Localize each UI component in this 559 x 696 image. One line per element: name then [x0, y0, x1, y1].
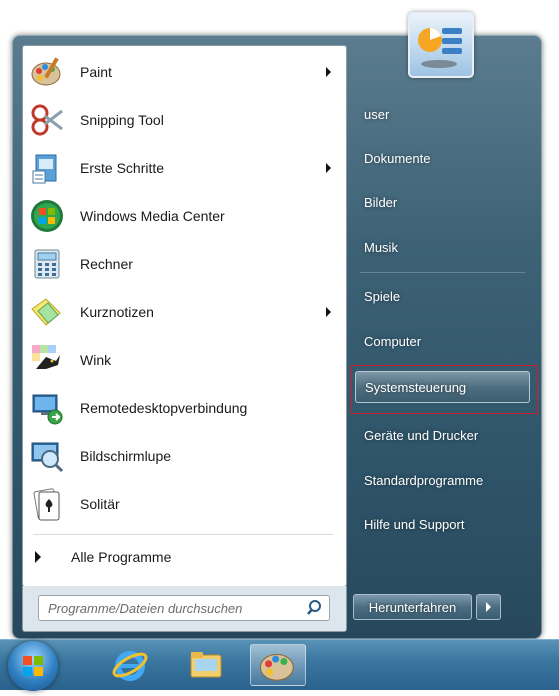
- paint-palette-icon: [259, 653, 294, 681]
- program-label: Paint: [80, 64, 112, 80]
- search-box[interactable]: [38, 595, 330, 621]
- right-item-spiele[interactable]: Spiele: [355, 280, 530, 312]
- user-picture[interactable]: [408, 12, 474, 78]
- search-area: [22, 586, 347, 632]
- search-icon[interactable]: [306, 599, 323, 621]
- right-item-user[interactable]: user: [355, 98, 530, 130]
- program-item-wink[interactable]: Wink: [25, 337, 343, 383]
- right-item-hilfe-und-support[interactable]: Hilfe und Support: [355, 508, 530, 540]
- getting-started-icon: [28, 149, 66, 187]
- program-item-rechner[interactable]: Rechner: [25, 241, 343, 287]
- program-item-windows-media-center[interactable]: Windows Media Center: [25, 193, 343, 239]
- right-item-label: Geräte und Drucker: [364, 427, 479, 443]
- right-item-label: Spiele: [364, 288, 401, 304]
- wink-bird-icon: [28, 341, 66, 379]
- paint-palette-icon: [28, 53, 66, 91]
- right-item-bilder[interactable]: Bilder: [355, 186, 530, 218]
- right-item-label: Dokumente: [364, 150, 431, 166]
- program-label: Bildschirmlupe: [80, 448, 172, 464]
- program-item-solitaer[interactable]: Solitär: [25, 481, 343, 527]
- program-label: Windows Media Center: [80, 208, 225, 224]
- program-item-remotedesktopverbindung[interactable]: Remotedesktopverbindung: [25, 385, 343, 431]
- shutdown-options-button[interactable]: [476, 594, 501, 620]
- taskbar-paint[interactable]: [250, 644, 306, 686]
- sticky-notes-icon: [28, 293, 66, 331]
- right-item-musik[interactable]: Musik: [355, 231, 530, 263]
- submenu-arrow-icon[interactable]: [326, 67, 331, 77]
- program-item-paint[interactable]: Paint: [25, 49, 343, 95]
- start-orb[interactable]: [8, 641, 58, 691]
- taskbar-explorer[interactable]: [178, 644, 234, 686]
- right-item-dokumente[interactable]: Dokumente: [355, 142, 530, 174]
- program-label: Kurznotizen: [80, 304, 154, 320]
- program-label: Solitär: [80, 496, 120, 512]
- search-input[interactable]: [39, 599, 300, 617]
- windows-logo-icon: [28, 197, 66, 235]
- right-item-label: Standardprogramme: [364, 472, 484, 488]
- shutdown-label: Herunterfahren: [368, 599, 457, 615]
- all-programs-button[interactable]: Alle Programme: [31, 543, 337, 571]
- magnifier-icon: [28, 437, 66, 475]
- program-item-erste-schritte[interactable]: Erste Schritte: [25, 145, 343, 191]
- submenu-arrow-icon[interactable]: [326, 307, 331, 317]
- internet-explorer-icon: [112, 651, 148, 681]
- right-item-label: Hilfe und Support: [364, 516, 465, 532]
- program-item-snipping-tool[interactable]: Snipping Tool: [25, 97, 343, 143]
- windows-logo-icon: [23, 656, 43, 676]
- right-item-geraete-und-drucker[interactable]: Geräte und Drucker: [355, 419, 530, 451]
- taskbar-internet-explorer[interactable]: [102, 644, 158, 686]
- remote-desktop-icon: [28, 389, 66, 427]
- program-label: Erste Schritte: [80, 160, 165, 176]
- right-item-computer[interactable]: Computer: [355, 325, 530, 357]
- program-label: Wink: [80, 352, 112, 368]
- right-item-standardprogramme[interactable]: Standardprogramme: [355, 464, 530, 496]
- program-item-kurznotizen[interactable]: Kurznotizen: [25, 289, 343, 335]
- expand-arrow-icon: [35, 551, 41, 563]
- program-label: Remotedesktopverbindung: [80, 400, 248, 416]
- selection-highlight-box: [351, 365, 538, 414]
- separator: [360, 272, 525, 273]
- shutdown-button[interactable]: Herunterfahren: [353, 594, 472, 620]
- explorer-folder-icon: [190, 652, 222, 678]
- right-item-label: user: [364, 106, 390, 122]
- program-label: Snipping Tool: [80, 112, 164, 128]
- cards-icon: [28, 485, 66, 523]
- all-programs-label: Alle Programme: [71, 549, 172, 565]
- program-item-bildschirmlupe[interactable]: Bildschirmlupe: [25, 433, 343, 479]
- right-item-label: Computer: [364, 333, 422, 349]
- right-item-label: Bilder: [364, 194, 398, 210]
- submenu-arrow-icon[interactable]: [326, 163, 331, 173]
- arrow-right-icon: [486, 602, 491, 612]
- separator: [33, 534, 333, 535]
- program-label: Rechner: [80, 256, 133, 272]
- calculator-icon: [28, 245, 66, 283]
- programs-pane: Paint Snipping Tool Erste Schritte Windo…: [22, 45, 347, 587]
- right-item-label: Musik: [364, 239, 398, 255]
- scissors-icon: [28, 101, 66, 139]
